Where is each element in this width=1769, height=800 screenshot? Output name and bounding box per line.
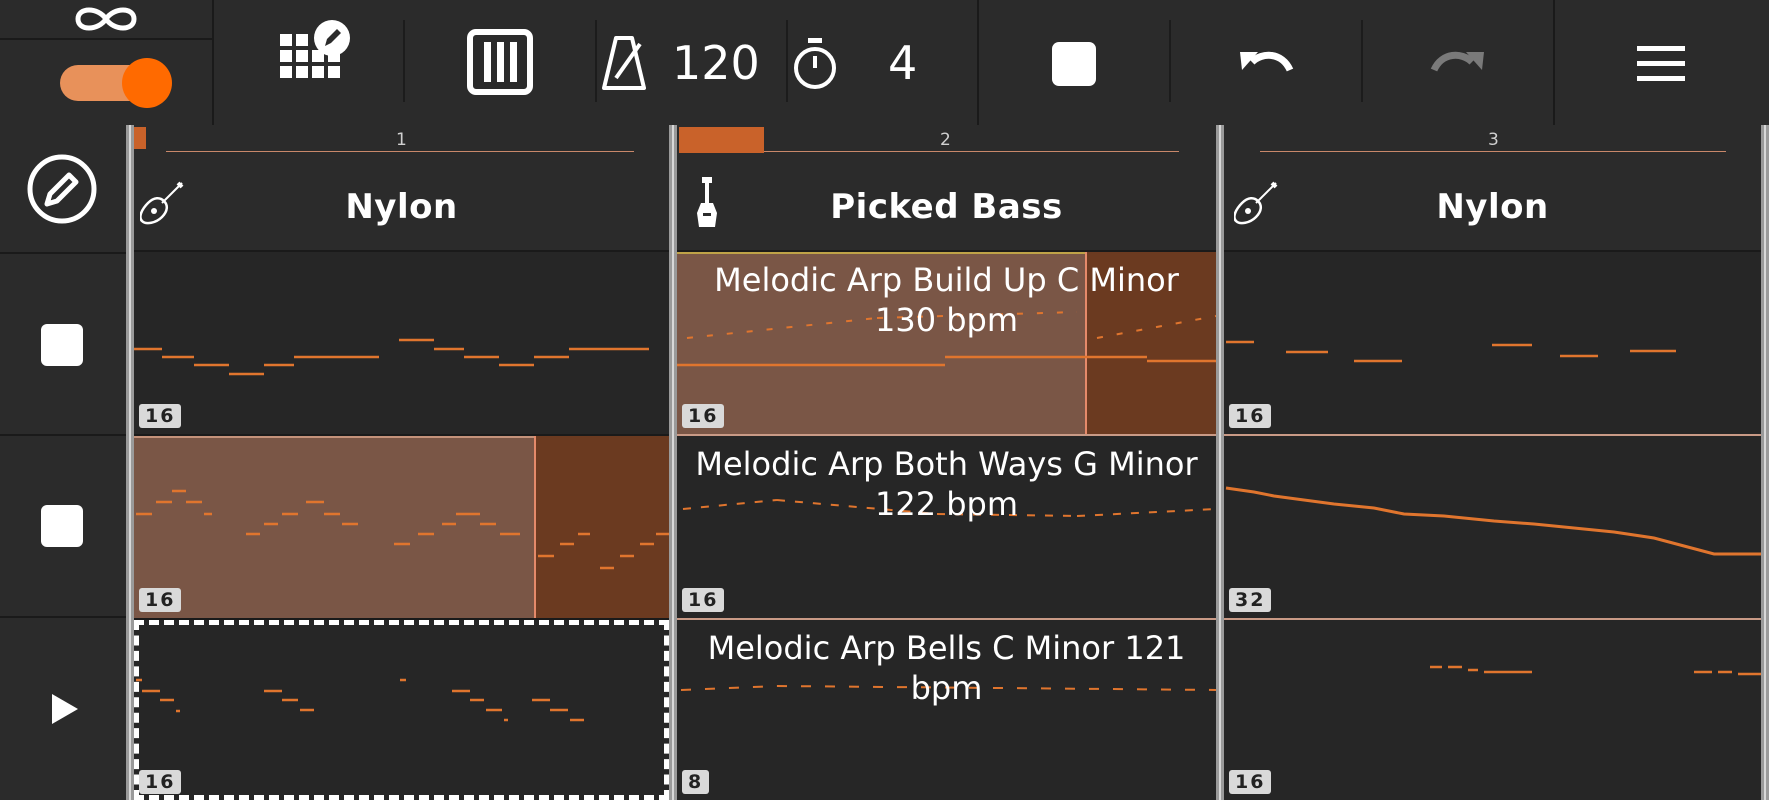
- row-1-stop-button[interactable]: [41, 324, 83, 366]
- row-controls: [0, 125, 128, 800]
- clip-length: 8: [682, 770, 710, 794]
- column-number: 2: [940, 130, 951, 150]
- track-column-1: 1 Nylon 16 16 16: [134, 125, 669, 800]
- playback-progress: [134, 127, 146, 149]
- note-pattern: [1225, 486, 1761, 556]
- column-number: 3: [1488, 130, 1499, 150]
- clip-2-3[interactable]: Melodic Arp Bells C Minor 121 bpm 8: [677, 620, 1216, 800]
- note-pattern: [134, 338, 649, 376]
- instrument-name[interactable]: Nylon: [1224, 187, 1761, 227]
- note-pattern: [1226, 340, 1676, 363]
- clip-length: 16: [1229, 770, 1272, 794]
- selected-clip-outline: [134, 620, 669, 800]
- clip-3-2[interactable]: 32: [1224, 436, 1761, 618]
- toolbar: 120 4: [0, 0, 1769, 125]
- track-column-2: 2 Picked Bass Melodic Arp Build Up C Min…: [677, 125, 1216, 800]
- row-3-play-button[interactable]: [50, 692, 80, 726]
- stop-icon[interactable]: [1052, 42, 1096, 86]
- note-pattern: [1430, 665, 1761, 676]
- clip-name: Melodic Arp Bells C Minor 121 bpm: [707, 629, 1186, 707]
- note-pattern: [136, 489, 669, 570]
- clip-name: Melodic Arp Build Up C Minor 130 bpm: [714, 261, 1179, 339]
- clip-3-1[interactable]: 16: [1224, 252, 1761, 434]
- loop-icon[interactable]: [70, 2, 142, 36]
- edit-icon[interactable]: [26, 153, 98, 225]
- clip-length: 16: [139, 588, 182, 612]
- menu-icon[interactable]: [1637, 46, 1685, 82]
- instrument-name[interactable]: Picked Bass: [677, 187, 1216, 227]
- clip-length: 16: [139, 404, 182, 428]
- row-2-stop-button[interactable]: [41, 505, 83, 547]
- clip-length: 16: [1229, 404, 1272, 428]
- tempo-value[interactable]: 120: [672, 36, 760, 90]
- pad-edit-icon[interactable]: [280, 20, 352, 92]
- clip-3-3[interactable]: 16: [1224, 620, 1761, 800]
- undo-icon[interactable]: [1238, 44, 1294, 84]
- metronome-icon[interactable]: [602, 36, 646, 90]
- clip-1-1[interactable]: 16: [134, 252, 669, 434]
- clip-length: 16: [682, 404, 725, 428]
- instrument-name[interactable]: Nylon: [134, 187, 669, 227]
- clip-name: Melodic Arp Both Ways G Minor 122 bpm: [695, 445, 1198, 523]
- clip-2-2[interactable]: Melodic Arp Both Ways G Minor 122 bpm 16: [677, 436, 1216, 618]
- track-column-3: 3 Nylon 16 32 16: [1224, 125, 1761, 800]
- mixer-icon[interactable]: [467, 29, 533, 95]
- redo-icon[interactable]: [1430, 44, 1486, 84]
- loop-toggle[interactable]: [60, 58, 172, 108]
- clip-2-1[interactable]: Melodic Arp Build Up C Minor 130 bpm 16: [677, 252, 1216, 434]
- column-number: 1: [396, 130, 407, 150]
- clip-length: 32: [1229, 588, 1272, 612]
- countdown-value[interactable]: 4: [888, 36, 917, 90]
- clip-length: 16: [139, 770, 182, 794]
- timer-icon[interactable]: [791, 38, 839, 90]
- clip-1-2[interactable]: 16: [134, 436, 669, 618]
- clip-length: 16: [682, 588, 725, 612]
- playback-progress: [679, 127, 764, 153]
- clip-1-3[interactable]: 16: [134, 620, 669, 800]
